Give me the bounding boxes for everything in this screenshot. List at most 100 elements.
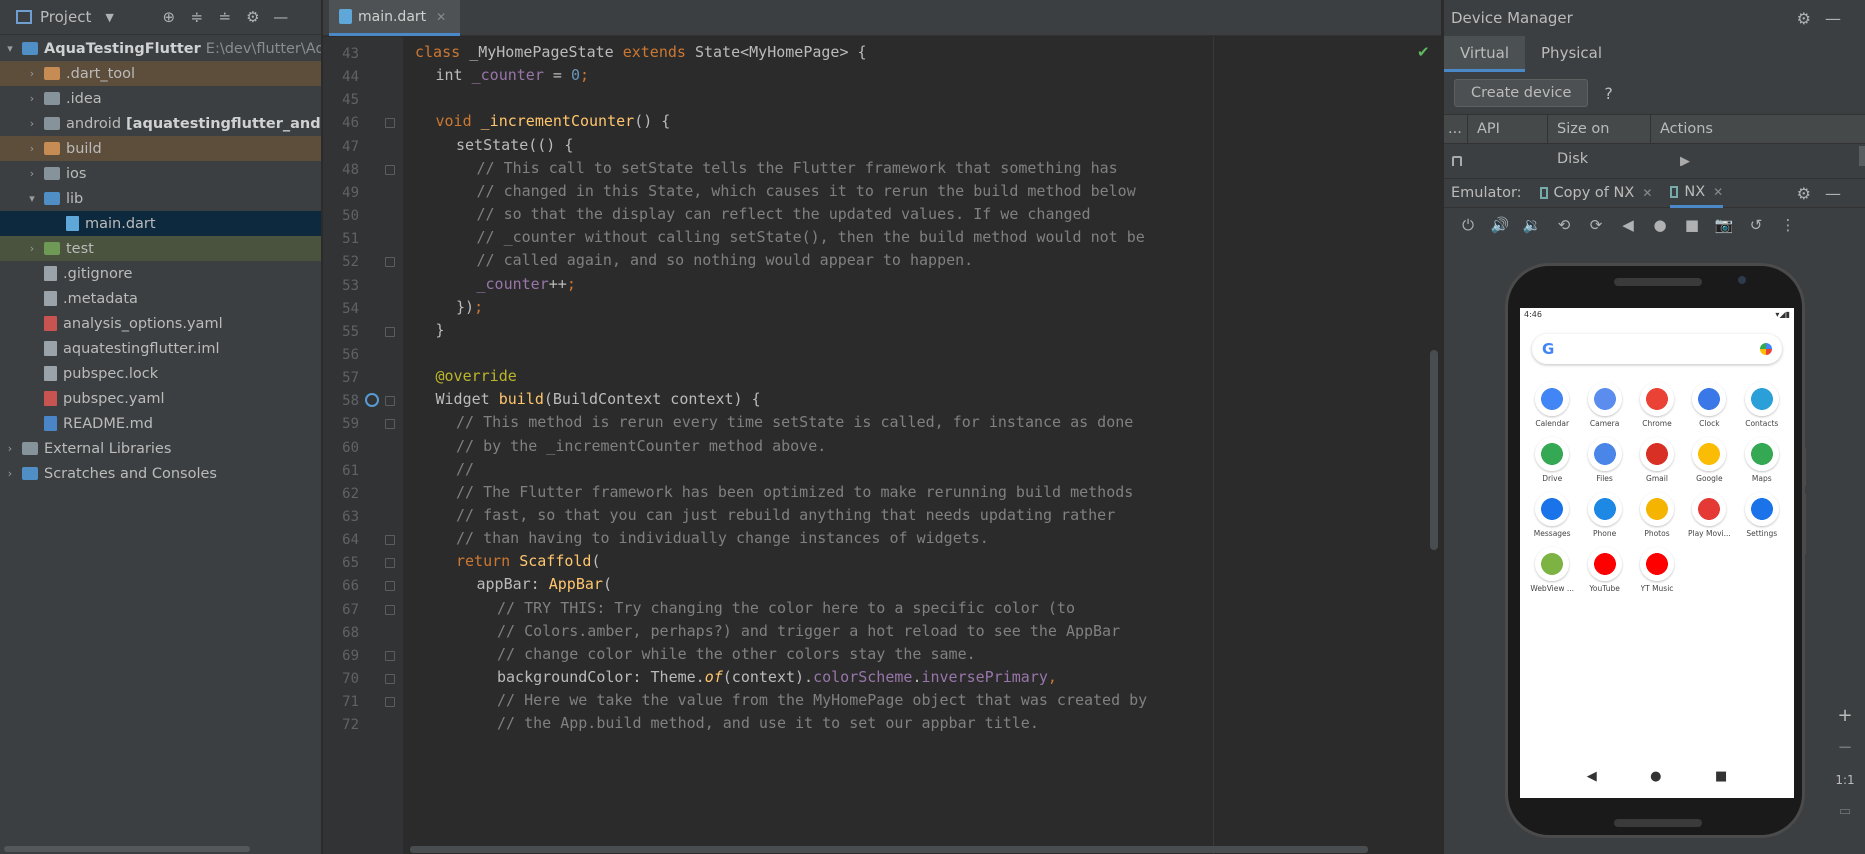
tab-physical[interactable]: Physical <box>1525 36 1618 72</box>
tree-item[interactable]: pubspec.yaml <box>0 386 321 411</box>
hide-icon[interactable]: — <box>272 8 290 26</box>
horizontal-scrollbar[interactable] <box>4 846 250 852</box>
code-line[interactable]: // by the _incrementCounter method above… <box>456 433 826 460</box>
app-icon-item[interactable]: Camera <box>1578 382 1630 428</box>
tree-item[interactable]: .metadata <box>0 286 321 311</box>
power-icon[interactable]: ⏻ <box>1452 216 1484 234</box>
close-icon[interactable]: ✕ <box>436 10 446 24</box>
fold-marker-icon[interactable] <box>385 697 395 708</box>
fold-marker-icon[interactable] <box>385 535 395 546</box>
tree-item[interactable]: › android [aquatestingflutter_android] <box>0 111 321 136</box>
nav-recents-icon[interactable]: ■ <box>1715 769 1727 784</box>
vertical-scrollbar[interactable] <box>1430 350 1438 550</box>
tree-item[interactable]: › Scratches and Consoles <box>0 461 321 486</box>
tree-item[interactable]: analysis_options.yaml <box>0 311 321 336</box>
app-icon-item[interactable]: Play Movi... <box>1683 492 1735 538</box>
fold-marker-icon[interactable] <box>385 558 395 569</box>
tree-item[interactable]: › build <box>0 136 321 161</box>
app-icon-item[interactable]: YT Music <box>1631 547 1683 593</box>
snapshot-icon[interactable]: ↺ <box>1740 216 1772 234</box>
tab-main-dart[interactable]: main.dart ✕ <box>329 0 461 36</box>
app-icon-item[interactable]: Contacts <box>1736 382 1788 428</box>
expand-all-icon[interactable]: ≑ <box>188 8 206 26</box>
chevron-right-icon[interactable]: › <box>4 442 16 455</box>
gear-icon[interactable]: ⚙ <box>1797 9 1825 28</box>
code-line[interactable]: int _counter = 0; <box>436 62 590 89</box>
app-icon-item[interactable]: WebView ... <box>1526 547 1578 593</box>
tree-item[interactable]: › ios <box>0 161 321 186</box>
chevron-down-icon[interactable]: ▾ <box>4 42 16 55</box>
app-icon-item[interactable]: Files <box>1578 437 1630 483</box>
chevron-down-icon[interactable]: ▾ <box>26 192 38 205</box>
tree-item[interactable]: pubspec.lock <box>0 361 321 386</box>
create-device-button[interactable]: Create device <box>1454 79 1589 107</box>
fold-marker-icon[interactable] <box>385 326 395 337</box>
zoom-in-icon[interactable]: + <box>1825 700 1865 732</box>
fold-marker-icon[interactable] <box>385 118 395 129</box>
google-search-bar[interactable]: G <box>1532 334 1782 364</box>
project-title[interactable]: Project <box>40 8 91 26</box>
tree-item[interactable]: › .dart_tool <box>0 61 321 86</box>
more-icon[interactable]: ⋮ <box>1772 216 1804 234</box>
nav-back-icon[interactable]: ◀ <box>1587 769 1597 784</box>
inspection-ok-icon[interactable]: ✔ <box>1417 43 1430 61</box>
fold-marker-icon[interactable] <box>385 581 395 592</box>
gear-icon[interactable]: ⚙ <box>1797 184 1825 203</box>
app-icon-item[interactable]: Calendar <box>1526 382 1578 428</box>
chevron-down-icon[interactable]: ▼ <box>105 11 113 24</box>
home-icon[interactable]: ● <box>1644 216 1676 234</box>
chevron-right-icon[interactable]: › <box>26 117 38 130</box>
rotate-left-icon[interactable]: ⟲ <box>1548 216 1580 234</box>
fold-marker-icon[interactable] <box>385 604 395 615</box>
code-line[interactable]: _counter++; <box>477 271 576 298</box>
overview-icon[interactable]: ■ <box>1676 216 1708 234</box>
tree-item[interactable]: .gitignore <box>0 261 321 286</box>
tree-item[interactable]: ▾ lib <box>0 186 321 211</box>
app-icon-item[interactable]: Messages <box>1526 492 1578 538</box>
fold-marker-icon[interactable] <box>385 164 395 175</box>
tree-item[interactable]: main.dart <box>0 211 321 236</box>
fold-marker-icon[interactable] <box>385 396 395 407</box>
close-icon[interactable]: ✕ <box>1642 186 1652 200</box>
volume-up-icon[interactable]: 🔊 <box>1484 216 1516 234</box>
nav-home-icon[interactable]: ● <box>1650 769 1661 784</box>
help-icon[interactable]: ? <box>1604 84 1613 103</box>
tree-item[interactable]: › .idea <box>0 86 321 111</box>
column-header-more[interactable]: ... <box>1444 114 1468 144</box>
column-header-api[interactable]: API <box>1468 114 1548 144</box>
zoom-out-icon[interactable]: − <box>1825 732 1865 764</box>
fold-marker-icon[interactable] <box>385 257 395 268</box>
app-icon-item[interactable]: Google <box>1683 437 1735 483</box>
camera-icon[interactable]: 📷 <box>1708 216 1740 234</box>
gear-icon[interactable]: ⚙ <box>244 8 262 26</box>
column-header-actions[interactable]: Actions <box>1651 114 1722 144</box>
device-table-row[interactable]: ▶ <box>1444 144 1865 166</box>
tree-item[interactable]: ▾ AquaTestingFlutter E:\dev\flutter\Aqua <box>0 36 321 61</box>
code-line[interactable]: }); <box>456 294 483 321</box>
chevron-right-icon[interactable]: › <box>26 242 38 255</box>
app-icon-item[interactable]: Phone <box>1578 492 1630 538</box>
tree-item[interactable]: › test <box>0 236 321 261</box>
app-icon-item[interactable]: Drive <box>1526 437 1578 483</box>
horizontal-scrollbar[interactable] <box>410 846 1368 853</box>
close-icon[interactable]: ✕ <box>1713 185 1723 199</box>
app-icon-item[interactable]: Gmail <box>1631 437 1683 483</box>
hide-icon[interactable]: — <box>1825 9 1855 28</box>
override-icon[interactable] <box>365 393 379 408</box>
tab-virtual[interactable]: Virtual <box>1444 36 1526 72</box>
app-icon-item[interactable]: Settings <box>1736 492 1788 538</box>
tab-nx[interactable]: NX ✕ <box>1670 178 1724 208</box>
table-scrollbar[interactable] <box>1859 146 1865 166</box>
chevron-right-icon[interactable]: › <box>4 467 16 480</box>
rotate-right-icon[interactable]: ⟳ <box>1580 216 1612 234</box>
back-icon[interactable]: ◀ <box>1612 216 1644 234</box>
chevron-right-icon[interactable]: › <box>26 67 38 80</box>
fold-marker-icon[interactable] <box>385 650 395 661</box>
code-line[interactable]: } <box>436 317 445 344</box>
column-header-size[interactable]: Size on Disk <box>1548 114 1651 167</box>
chevron-right-icon[interactable]: › <box>26 167 38 180</box>
app-icon-item[interactable]: Clock <box>1683 382 1735 428</box>
tree-item[interactable]: aquatestingflutter.iml <box>0 336 321 361</box>
locate-icon[interactable]: ⊕ <box>160 8 178 26</box>
app-icon-item[interactable]: Chrome <box>1631 382 1683 428</box>
